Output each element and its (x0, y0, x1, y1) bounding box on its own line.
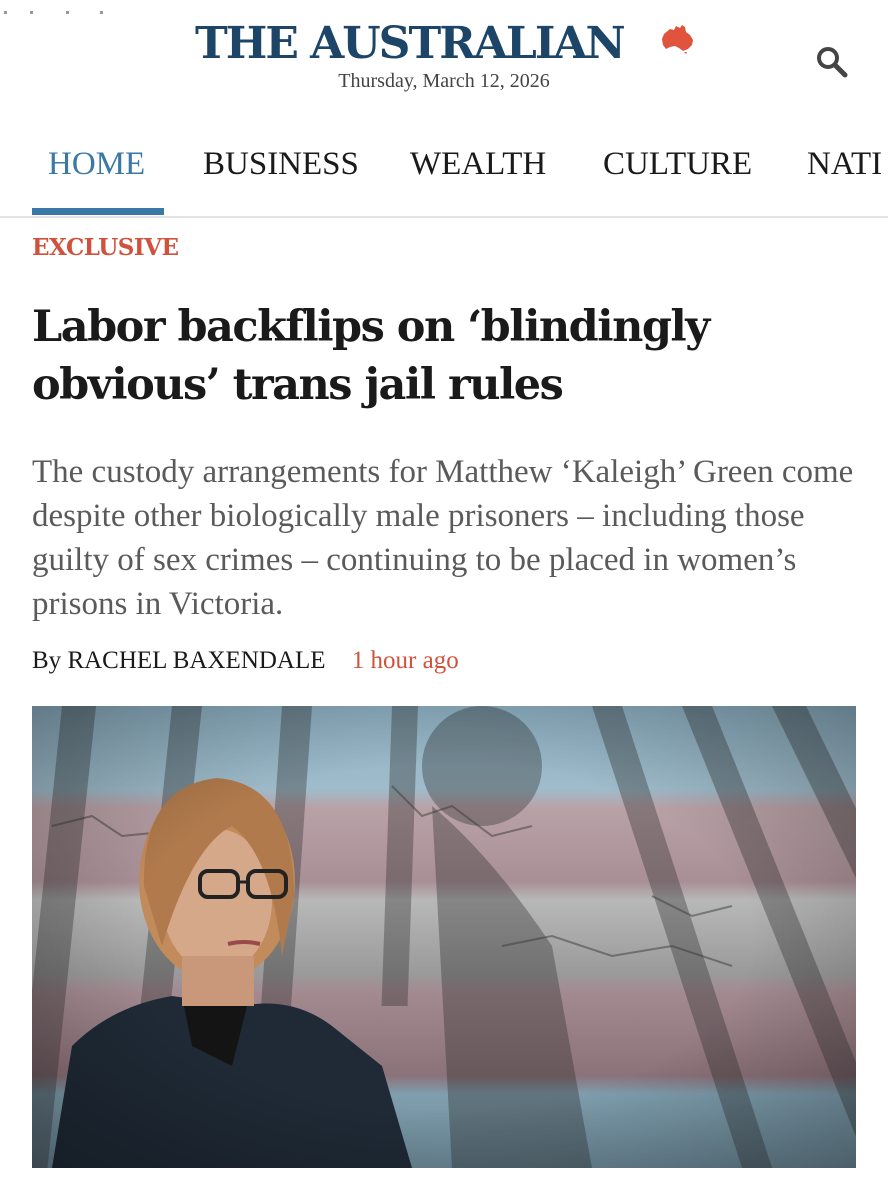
australia-map-icon (662, 25, 693, 54)
article-standfirst: The custody arrangements for Matthew ‘Ka… (32, 454, 854, 622)
byline-prefix: By (32, 647, 62, 674)
hero-image[interactable] (32, 706, 856, 1168)
search-button[interactable] (814, 44, 850, 80)
nav-item-nation[interactable]: NATI (807, 146, 882, 183)
edition-date: Thursday, March 12, 2026 (338, 70, 550, 92)
nav-item-business[interactable]: BUSINESS (203, 146, 359, 183)
publish-time: 1 hour ago (351, 647, 459, 674)
hero-image-graphic (32, 706, 856, 1168)
active-tab-indicator (32, 208, 164, 215)
article-byline: By RACHEL BAXENDALE 1 hour ago (32, 647, 459, 675)
nav-item-wealth[interactable]: WEALTH (410, 146, 546, 183)
article-kicker[interactable]: EXCLUSIVE (32, 234, 179, 261)
nav-item-home[interactable]: HOME (48, 146, 145, 183)
masthead: THE AUSTRALIAN Thursday, March 12, 2026 (0, 0, 888, 120)
section-nav: HOME BUSINESS WEALTH CULTURE NATI (0, 120, 888, 218)
nav-item-culture[interactable]: CULTURE (603, 146, 752, 183)
search-icon (817, 47, 848, 78)
author-link[interactable]: RACHEL BAXENDALE (67, 647, 325, 674)
site-logo[interactable]: THE AUSTRALIAN (195, 16, 626, 72)
article-headline: Labor backflips on ‘blindingly obvious’ … (32, 302, 710, 410)
